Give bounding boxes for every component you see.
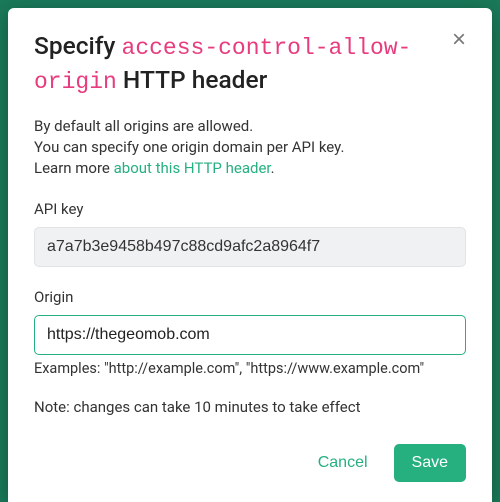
modal-actions: Cancel Save <box>34 444 466 482</box>
title-prefix: Specify <box>34 31 115 60</box>
modal-title: Specify access-control-allow-origin HTTP… <box>34 30 466 98</box>
note-text: Note: changes can take 10 minutes to tak… <box>34 397 466 418</box>
apikey-field[interactable] <box>34 227 466 267</box>
origin-field[interactable] <box>34 315 466 355</box>
intro-line-2: You can specify one origin domain per AP… <box>34 137 466 158</box>
origin-label: Origin <box>34 287 466 308</box>
origin-examples: Examples: "http://example.com", "https:/… <box>34 359 466 379</box>
intro-text: By default all origins are allowed. You … <box>34 116 466 179</box>
close-icon[interactable]: × <box>448 24 470 56</box>
cancel-button[interactable]: Cancel <box>314 446 372 480</box>
learn-suffix: . <box>271 159 275 177</box>
learn-more-link[interactable]: about this HTTP header <box>114 159 271 177</box>
save-button[interactable]: Save <box>394 444 466 482</box>
modal-body: By default all origins are allowed. You … <box>34 116 466 484</box>
modal-header: Specify access-control-allow-origin HTTP… <box>34 30 466 98</box>
intro-line-1: By default all origins are allowed. <box>34 116 466 137</box>
title-suffix: HTTP header <box>123 65 267 94</box>
intro-learn-more: Learn more about this HTTP header. <box>34 158 466 179</box>
apikey-label: API key <box>34 199 466 220</box>
modal-dialog: Specify access-control-allow-origin HTTP… <box>8 8 492 502</box>
learn-prefix: Learn more <box>34 159 114 177</box>
